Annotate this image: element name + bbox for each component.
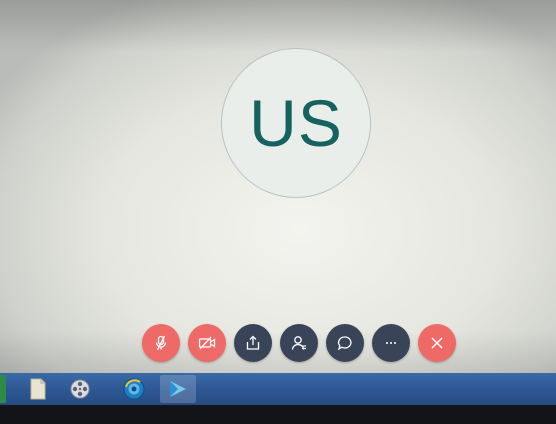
- participants-button[interactable]: [280, 324, 318, 362]
- video-off-icon: [198, 336, 216, 350]
- taskbar-item-browser[interactable]: [116, 375, 152, 403]
- chat-button[interactable]: [326, 324, 364, 362]
- more-icon: [386, 342, 396, 344]
- mic-off-icon: [155, 335, 167, 351]
- browser-icon: [123, 378, 145, 400]
- share-screen-button[interactable]: [234, 324, 272, 362]
- meeting-controls: [142, 324, 456, 366]
- avatar-initials: US: [249, 86, 343, 160]
- meeting-app-icon: [170, 381, 186, 397]
- media-player-icon: [70, 379, 90, 399]
- more-button[interactable]: [372, 324, 410, 362]
- close-icon: [431, 337, 443, 349]
- participants-icon: [291, 336, 306, 350]
- participant-avatar: US: [221, 48, 371, 198]
- file-explorer-icon: [30, 378, 46, 400]
- taskbar-item-media[interactable]: [62, 375, 98, 403]
- chat-icon: [337, 336, 352, 351]
- video-button[interactable]: [188, 324, 226, 362]
- share-icon: [246, 335, 260, 350]
- end-call-button[interactable]: [418, 324, 456, 362]
- taskbar-item-meeting[interactable]: [160, 375, 196, 403]
- mute-button[interactable]: [142, 324, 180, 362]
- meeting-window: US: [0, 0, 556, 424]
- taskbar-item-files[interactable]: [20, 375, 56, 403]
- monitor-bezel: [0, 405, 556, 424]
- taskbar: [0, 373, 556, 405]
